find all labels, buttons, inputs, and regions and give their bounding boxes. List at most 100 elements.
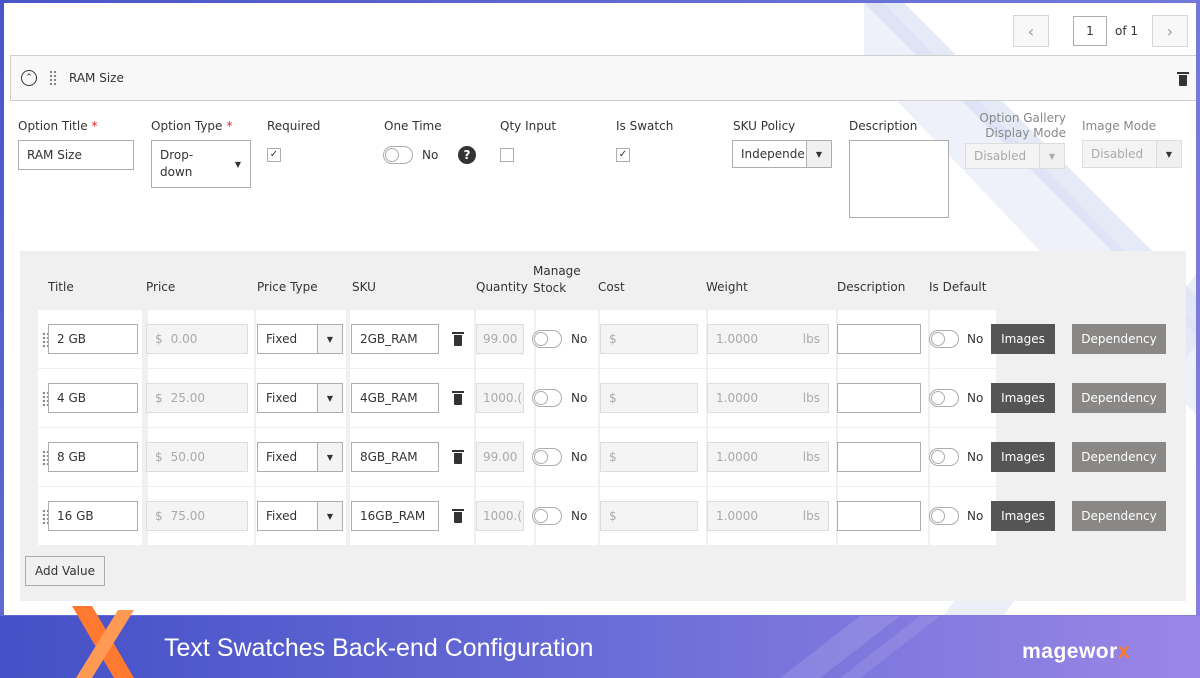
- dependency-button[interactable]: Dependency: [1072, 501, 1166, 531]
- is-default-toggle[interactable]: [929, 507, 959, 525]
- chevron-down-icon: ▼: [326, 511, 334, 521]
- col-is-default: Is Default: [929, 280, 987, 294]
- help-icon[interactable]: ?: [458, 146, 476, 164]
- required-checkbox[interactable]: ✓: [267, 148, 281, 162]
- sku-policy-label: SKU Policy: [733, 119, 796, 133]
- value-price-input[interactable]: $0.00: [146, 324, 248, 354]
- option-type-select[interactable]: Drop-down ▼: [151, 140, 251, 188]
- option-title-label: Option Title *: [18, 119, 98, 133]
- col-manage-stock: Manage Stock: [533, 264, 581, 295]
- is-swatch-checkbox[interactable]: ✓: [616, 148, 630, 162]
- mageworx-x-logo-icon: [72, 606, 134, 678]
- value-price-input[interactable]: $50.00: [146, 442, 248, 472]
- drag-handle-icon[interactable]: [49, 70, 57, 86]
- value-description-input[interactable]: [837, 324, 921, 354]
- value-price-input[interactable]: $25.00: [146, 383, 248, 413]
- value-price-type-select[interactable]: Fixed ▼: [257, 442, 343, 472]
- delete-value-icon[interactable]: [452, 391, 464, 405]
- chevron-down-icon: ▼: [326, 393, 334, 403]
- page-count-label: of 1: [1114, 24, 1138, 38]
- chevron-down-icon: ▼: [234, 159, 242, 169]
- col-sku: SKU: [352, 280, 376, 294]
- col-weight: Weight: [706, 280, 748, 294]
- is-default-toggle[interactable]: [929, 389, 959, 407]
- is-default-toggle[interactable]: [929, 330, 959, 348]
- gallery-display-select[interactable]: Disabled ▼: [965, 143, 1065, 169]
- value-weight-input[interactable]: 1.0000 lbs: [707, 501, 829, 531]
- value-cost-input[interactable]: $: [600, 442, 698, 472]
- prev-page-button[interactable]: ‹: [1012, 15, 1049, 47]
- images-button[interactable]: Images: [991, 324, 1055, 354]
- dependency-button[interactable]: Dependency: [1072, 442, 1166, 472]
- value-weight-input[interactable]: 1.0000 lbs: [707, 383, 829, 413]
- value-sku-input[interactable]: 8GB_RAM: [351, 442, 439, 472]
- description-textarea[interactable]: [849, 140, 949, 218]
- images-button[interactable]: Images: [991, 383, 1055, 413]
- chevron-down-icon: ▼: [326, 452, 334, 462]
- pagination: ‹ 1 of 1 ›: [1012, 15, 1188, 47]
- value-price-type-select[interactable]: Fixed ▼: [257, 501, 343, 531]
- manage-stock-toggle[interactable]: [532, 448, 562, 466]
- delete-value-icon[interactable]: [452, 450, 464, 464]
- image-mode-label: Image Mode: [1082, 119, 1157, 133]
- value-sku-input[interactable]: 4GB_RAM: [351, 383, 439, 413]
- value-description-input[interactable]: [837, 442, 921, 472]
- images-button[interactable]: Images: [991, 442, 1055, 472]
- value-description-input[interactable]: [837, 383, 921, 413]
- value-title-input[interactable]: 2 GB: [48, 324, 138, 354]
- value-sku-input[interactable]: 2GB_RAM: [351, 324, 439, 354]
- value-quantity-input[interactable]: 99.00: [476, 324, 524, 354]
- value-price-type-select[interactable]: Fixed ▼: [257, 383, 343, 413]
- option-type-label: Option Type *: [151, 119, 233, 133]
- value-sku-input[interactable]: 16GB_RAM: [351, 501, 439, 531]
- value-cost-input[interactable]: $: [600, 324, 698, 354]
- manage-stock-toggle[interactable]: [532, 507, 562, 525]
- page-number-input[interactable]: 1: [1072, 16, 1107, 46]
- value-quantity-input[interactable]: 1000.(: [476, 501, 524, 531]
- description-label: Description: [849, 119, 918, 133]
- value-title-input[interactable]: 4 GB: [48, 383, 138, 413]
- gallery-display-label: Option Gallery Display Mode: [979, 111, 1066, 140]
- option-title-input[interactable]: RAM Size: [18, 140, 134, 170]
- sku-policy-select[interactable]: Independe ▼: [732, 140, 832, 168]
- is-default-toggle[interactable]: [929, 448, 959, 466]
- value-cost-input[interactable]: $: [600, 501, 698, 531]
- is-swatch-label: Is Swatch: [616, 119, 674, 133]
- dependency-button[interactable]: Dependency: [1072, 383, 1166, 413]
- add-value-button[interactable]: Add Value: [25, 556, 105, 586]
- manage-stock-state: No: [571, 391, 588, 405]
- value-title-input[interactable]: 16 GB: [48, 501, 138, 531]
- one-time-toggle[interactable]: [383, 146, 413, 164]
- delete-option-icon[interactable]: [1177, 72, 1189, 86]
- one-time-label: One Time: [384, 119, 442, 133]
- delete-value-icon[interactable]: [452, 509, 464, 523]
- image-mode-select[interactable]: Disabled ▼: [1082, 140, 1182, 168]
- value-price-input[interactable]: $75.00: [146, 501, 248, 531]
- manage-stock-toggle[interactable]: [532, 330, 562, 348]
- col-description: Description: [837, 280, 906, 294]
- option-header: ⌃ RAM Size: [10, 55, 1196, 101]
- value-weight-input[interactable]: 1.0000 lbs: [707, 442, 829, 472]
- value-quantity-input[interactable]: 99.00: [476, 442, 524, 472]
- dependency-button[interactable]: Dependency: [1072, 324, 1166, 354]
- value-title-input[interactable]: 8 GB: [48, 442, 138, 472]
- col-title: Title: [48, 280, 74, 294]
- is-default-state: No: [967, 509, 984, 523]
- collapse-icon[interactable]: ⌃: [21, 70, 37, 86]
- col-quantity: Quantity: [476, 280, 528, 294]
- value-quantity-input[interactable]: 1000.(: [476, 383, 524, 413]
- is-default-state: No: [967, 450, 984, 464]
- qty-input-checkbox[interactable]: [500, 148, 514, 162]
- next-page-button[interactable]: ›: [1152, 15, 1188, 47]
- delete-value-icon[interactable]: [452, 332, 464, 346]
- is-default-state: No: [967, 391, 984, 405]
- manage-stock-state: No: [571, 450, 588, 464]
- manage-stock-toggle[interactable]: [532, 389, 562, 407]
- brand-logo: mageworx: [1022, 640, 1130, 663]
- images-button[interactable]: Images: [991, 501, 1055, 531]
- value-cost-input[interactable]: $: [600, 383, 698, 413]
- value-description-input[interactable]: [837, 501, 921, 531]
- value-weight-input[interactable]: 1.0000 lbs: [707, 324, 829, 354]
- value-price-type-select[interactable]: Fixed ▼: [257, 324, 343, 354]
- col-price-type: Price Type: [257, 280, 318, 294]
